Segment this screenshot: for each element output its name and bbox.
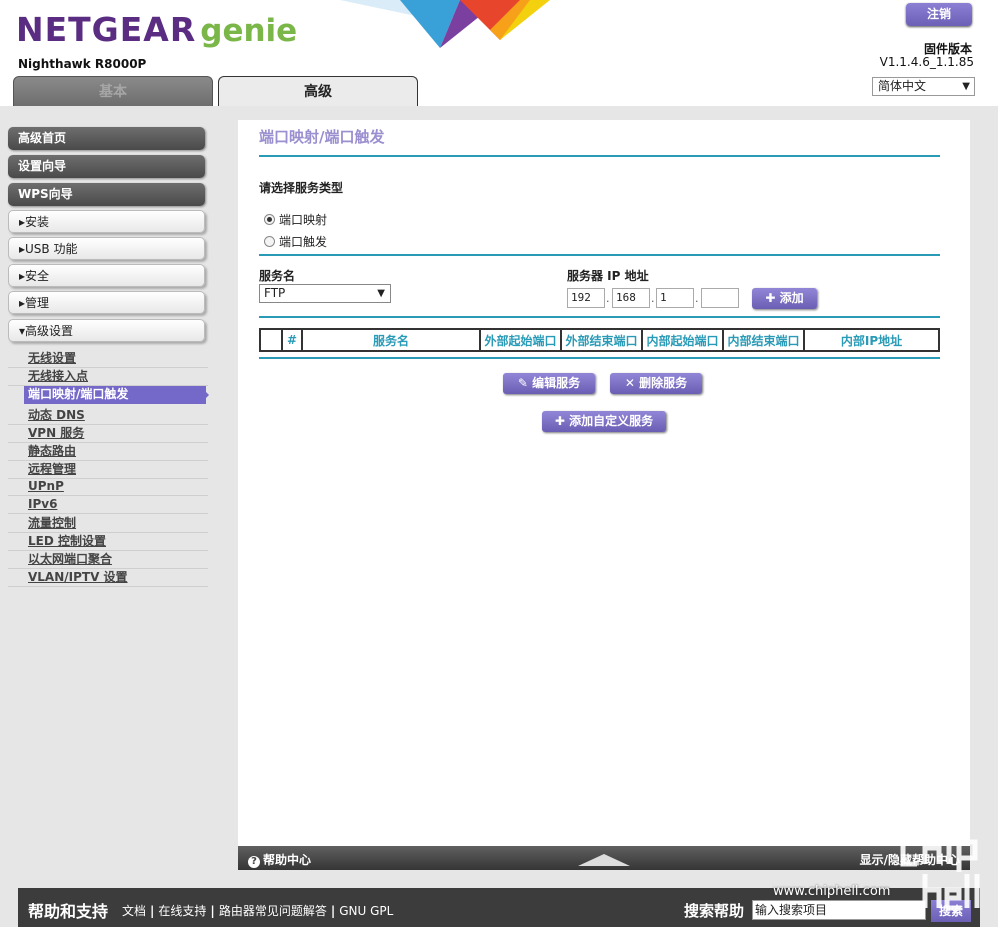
sidebar-item-traffic-control[interactable]: 流量控制 xyxy=(8,515,208,533)
delete-service-button[interactable]: ✕ 删除服务 xyxy=(610,373,702,394)
ip-octet-2[interactable]: 168 xyxy=(612,288,650,308)
ip-separator: . xyxy=(606,292,610,305)
header: NETGEAR genie Nighthawk R8000P 注销 固件版本 V1… xyxy=(0,0,998,106)
sidebar-item-vpn-service[interactable]: VPN 服务 xyxy=(8,425,208,443)
footer-separator: | xyxy=(210,904,215,918)
service-type-label: 请选择服务类型 xyxy=(259,181,344,195)
table-header-ext-start-port: 外部起始端口 xyxy=(479,328,562,352)
footer-separator: | xyxy=(150,904,155,918)
radio-unselected-icon xyxy=(264,236,275,247)
ip-separator: . xyxy=(651,292,655,305)
port-rules-table: # 服务名 外部起始端口 外部结束端口 内部起始端口 内部结束端口 内部IP地址 xyxy=(259,328,940,352)
sidebar-item-dynamic-dns[interactable]: 动态 DNS xyxy=(8,407,208,425)
radio-port-forwarding[interactable]: 端口映射 xyxy=(264,211,327,228)
router-model: Nighthawk R8000P xyxy=(18,57,147,71)
table-header-int-end-port: 内部结束端口 xyxy=(722,328,805,352)
table-header-number: # xyxy=(281,328,303,352)
tab-advanced[interactable]: 高级 xyxy=(218,76,418,106)
server-ip-label: 服务器 IP 地址 xyxy=(567,269,649,283)
footer-link-gpl[interactable]: GNU GPL xyxy=(339,904,393,918)
add-button[interactable]: ✚ 添加 xyxy=(752,288,817,309)
search-help-label: 搜索帮助 xyxy=(684,902,745,920)
sidebar-section-admin[interactable]: ▸管理 xyxy=(8,291,205,314)
sidebar-item-vlan-iptv[interactable]: VLAN/IPTV 设置 xyxy=(8,569,208,587)
table-header-ext-end-port: 外部结束端口 xyxy=(560,328,643,352)
sidebar-item-wps-wizard[interactable]: WPS向导 xyxy=(8,183,205,206)
sidebar-item-advanced-home[interactable]: 高级首页 xyxy=(8,127,205,150)
service-name-value: FTP xyxy=(264,286,286,300)
ip-octet-3[interactable]: 1 xyxy=(656,288,694,308)
tab-basic[interactable]: 基本 xyxy=(13,76,213,106)
content-panel: 端口映射/端口触发 请选择服务类型 端口映射 端口触发 服务名 FTP ▼ 服务… xyxy=(238,120,970,870)
sidebar-item-access-point[interactable]: 无线接入点 xyxy=(8,368,208,386)
sidebar-item-upnp[interactable]: UPnP xyxy=(8,478,208,496)
edit-service-label: 编辑服务 xyxy=(532,376,581,390)
help-bar: ? 帮助中心 显示/隐藏帮助中心 xyxy=(238,846,970,870)
footer-separator: | xyxy=(330,904,336,918)
edit-service-button[interactable]: ✎ 编辑服务 xyxy=(503,373,595,394)
table-header-row: # 服务名 外部起始端口 外部结束端口 内部起始端口 内部结束端口 内部IP地址 xyxy=(259,328,940,352)
footer-links: 文档 | 在线支持 | 路由器常见问题解答 | GNU GPL xyxy=(122,902,393,919)
footer-link-docs[interactable]: 文档 xyxy=(122,904,146,918)
ip-octet-1[interactable]: 192 xyxy=(567,288,605,308)
sidebar-item-led-control[interactable]: LED 控制设置 xyxy=(8,533,208,551)
radio-port-triggering[interactable]: 端口触发 xyxy=(264,233,327,250)
radio-label: 端口触发 xyxy=(279,235,328,249)
active-pointer-icon xyxy=(200,386,209,404)
sidebar-section-security[interactable]: ▸安全 xyxy=(8,264,205,287)
dropdown-arrow-icon: ▼ xyxy=(962,81,970,92)
divider xyxy=(259,357,940,359)
radio-label: 端口映射 xyxy=(279,213,328,227)
table-header-select xyxy=(259,328,283,352)
chiphell-watermark-logo-icon xyxy=(900,830,980,911)
help-center-link[interactable]: ? 帮助中心 xyxy=(248,851,311,868)
language-select[interactable]: 简体中文 ▼ xyxy=(872,77,975,96)
sidebar-section-advanced-setup[interactable]: ▾高级设置 xyxy=(8,319,205,342)
service-name-label: 服务名 xyxy=(259,269,296,283)
footer-link-faq[interactable]: 路由器常见问题解答 xyxy=(219,904,327,918)
sidebar-item-remote-management[interactable]: 远程管理 xyxy=(8,461,208,479)
sidebar-item-port-forwarding[interactable]: 端口映射/端口触发 xyxy=(24,386,206,404)
ip-separator: . xyxy=(695,292,699,305)
add-custom-service-label: 添加自定义服务 xyxy=(569,414,654,428)
sidebar-item-ipv6[interactable]: IPv6 xyxy=(8,496,208,514)
footer-link-online-support[interactable]: 在线支持 xyxy=(158,904,206,918)
sidebar-section-setup[interactable]: ▸安装 xyxy=(8,210,205,233)
language-value: 简体中文 xyxy=(878,79,927,93)
sidebar-item-setup-wizard[interactable]: 设置向导 xyxy=(8,155,205,178)
decorative-triangles-icon xyxy=(340,0,550,48)
table-header-int-start-port: 内部起始端口 xyxy=(641,328,724,352)
brand-name: NETGEAR xyxy=(16,10,197,49)
delete-service-label: 删除服务 xyxy=(639,376,688,390)
divider xyxy=(259,316,940,318)
sidebar-section-usb[interactable]: ▸USB 功能 xyxy=(8,237,205,260)
help-question-icon: ? xyxy=(248,856,260,868)
plus-icon: ✚ xyxy=(765,291,776,305)
sidebar-item-static-routes[interactable]: 静态路由 xyxy=(8,443,208,461)
logout-button[interactable]: 注销 xyxy=(906,3,972,26)
page-title: 端口映射/端口触发 xyxy=(259,128,385,146)
netgear-genie-logo: NETGEAR genie xyxy=(16,10,297,49)
dropdown-arrow-icon: ▼ xyxy=(377,288,385,299)
expand-arrow-icon[interactable] xyxy=(578,854,630,866)
table-header-int-ip: 内部IP地址 xyxy=(803,328,940,352)
sidebar-item-ethernet-aggregation[interactable]: 以太网端口聚合 xyxy=(8,551,208,569)
add-custom-service-button[interactable]: ✚ 添加自定义服务 xyxy=(542,411,666,432)
sidebar-item-wireless-settings[interactable]: 无线设置 xyxy=(8,350,208,368)
pencil-icon: ✎ xyxy=(517,376,528,390)
table-header-service-name: 服务名 xyxy=(301,328,481,352)
firmware-version: V1.1.4.6_1.1.85 xyxy=(879,55,974,69)
product-name: genie xyxy=(200,13,298,49)
service-name-select[interactable]: FTP ▼ xyxy=(259,284,391,303)
add-button-label: 添加 xyxy=(779,291,804,305)
footer-title: 帮助和支持 xyxy=(28,902,109,921)
close-icon: ✕ xyxy=(624,376,635,390)
divider xyxy=(259,155,940,157)
watermark-text: www.chiphell.com xyxy=(773,884,891,899)
radio-selected-icon xyxy=(264,214,275,225)
ip-octet-4[interactable] xyxy=(701,288,739,308)
divider xyxy=(259,254,940,256)
help-center-label: 帮助中心 xyxy=(263,853,312,867)
plus-icon: ✚ xyxy=(554,414,565,428)
